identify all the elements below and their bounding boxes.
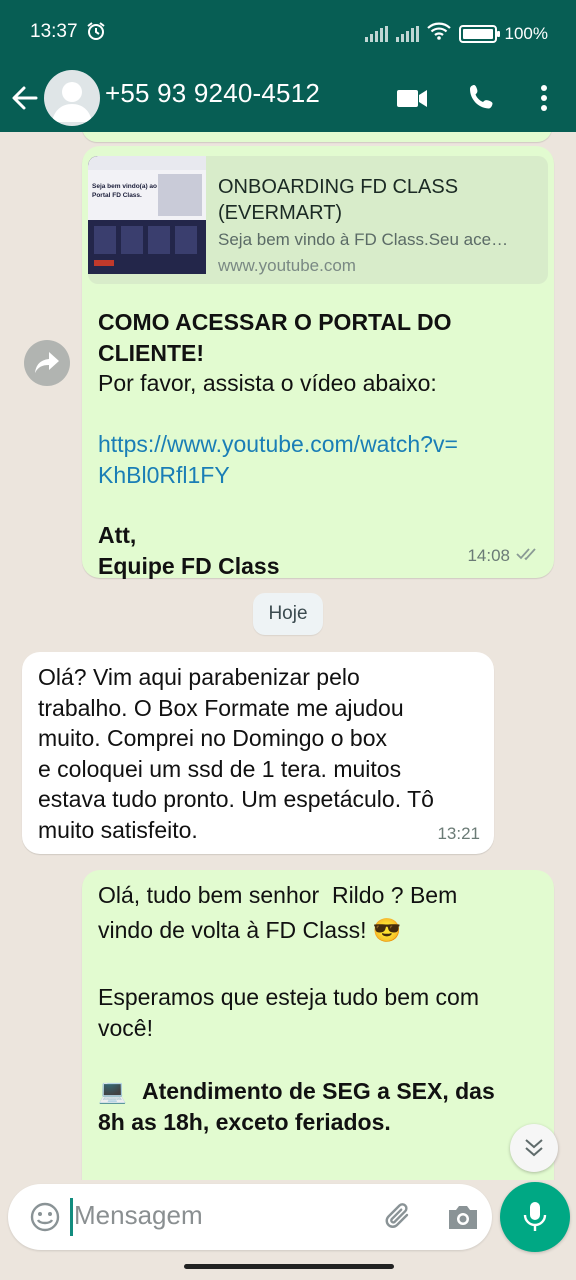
camera-icon[interactable] (444, 1199, 482, 1235)
paperclip-icon[interactable] (380, 1198, 418, 1236)
arrow-left-icon[interactable] (10, 80, 40, 116)
date-separator: Hoje (253, 593, 323, 635)
message-text-2: Esperamos que esteja tudo bem com você! (98, 984, 479, 1041)
signal-icon (364, 25, 388, 42)
preview-domain: www.youtube.com (218, 256, 356, 275)
double-check-icon (516, 546, 540, 566)
microphone-icon (522, 1200, 548, 1239)
video-camera-icon[interactable] (394, 80, 430, 116)
chat-header: +55 93 9240-4512 (0, 64, 576, 132)
double-chevron-down-icon (523, 1136, 545, 1165)
battery-icon (458, 24, 500, 43)
message-meta: 14:08 (467, 546, 540, 566)
message-text: Olá, tudo bem senhor Rildo ? Bem vindo d… (98, 882, 458, 943)
message-bubble-welcome[interactable]: Olá, tudo bem senhor Rildo ? Bem vindo d… (82, 870, 554, 1180)
message-bubble-incoming[interactable]: Olá? Vim aqui parabenizar pelo trabalho.… (22, 652, 494, 854)
message-meta: 13:21 (437, 824, 480, 844)
status-time: 13:37 (30, 21, 78, 42)
message-bubble-onboarding[interactable]: Seja bem vindo(a) ao Portal FD Class. ON… (82, 146, 554, 579)
preview-title: ONBOARDING FD CLASS (EVERMART) (218, 176, 459, 224)
thumbnail-caption: Seja bem vindo(a) ao Portal FD Class. (92, 183, 158, 199)
message-text: Olá? Vim aqui parabenizar pelo trabalho.… (38, 664, 434, 843)
message-time: 13:21 (437, 824, 480, 843)
message-bubble-previous[interactable] (82, 132, 552, 142)
emoji-icon[interactable] (28, 1200, 62, 1234)
contact-name[interactable]: +55 93 9240-4512 (105, 78, 320, 109)
chat-area[interactable]: Seja bem vindo(a) ao Portal FD Class. ON… (0, 132, 576, 1180)
message-time: 14:08 (467, 546, 510, 565)
more-vertical-icon[interactable] (526, 80, 562, 116)
forward-arrow-icon (33, 350, 61, 381)
forward-button[interactable] (24, 340, 70, 386)
wifi-icon (426, 22, 451, 45)
link-preview[interactable]: Seja bem vindo(a) ao Portal FD Class. ON… (88, 156, 548, 284)
scroll-down-button[interactable] (510, 1124, 558, 1172)
message-hours-text: Atendimento de SEG a SEX, das 8h as 18h,… (98, 1078, 495, 1135)
text-cursor (70, 1198, 73, 1236)
message-input[interactable]: Mensagem (74, 1200, 203, 1231)
preview-description: Seja bem vindo à FD Class.Seu ace… (218, 230, 509, 249)
message-heading: COMO ACESSAR O PORTAL DO CLIENTE! (98, 309, 452, 366)
message-hours: 💻 Atendimento de SEG a SEX, das 8h as 18… (98, 1076, 544, 1135)
alarm-icon (86, 21, 106, 46)
phone-icon[interactable] (464, 80, 500, 116)
status-bar: 13:37 100% (0, 0, 576, 64)
signal-icon-2 (395, 25, 419, 42)
message-composer[interactable]: Mensagem (8, 1184, 492, 1250)
mic-button[interactable] (500, 1182, 570, 1252)
battery-level: 100% (504, 23, 548, 43)
video-thumbnail: Seja bem vindo(a) ao Portal FD Class. (88, 156, 206, 274)
message-link[interactable]: https://www.youtube.com/watch?v= KhBl0Rf… (98, 429, 538, 490)
avatar[interactable] (44, 70, 100, 126)
message-text: Por favor, assista o vídeo abaixo: (98, 370, 437, 396)
gesture-bar (184, 1264, 394, 1269)
